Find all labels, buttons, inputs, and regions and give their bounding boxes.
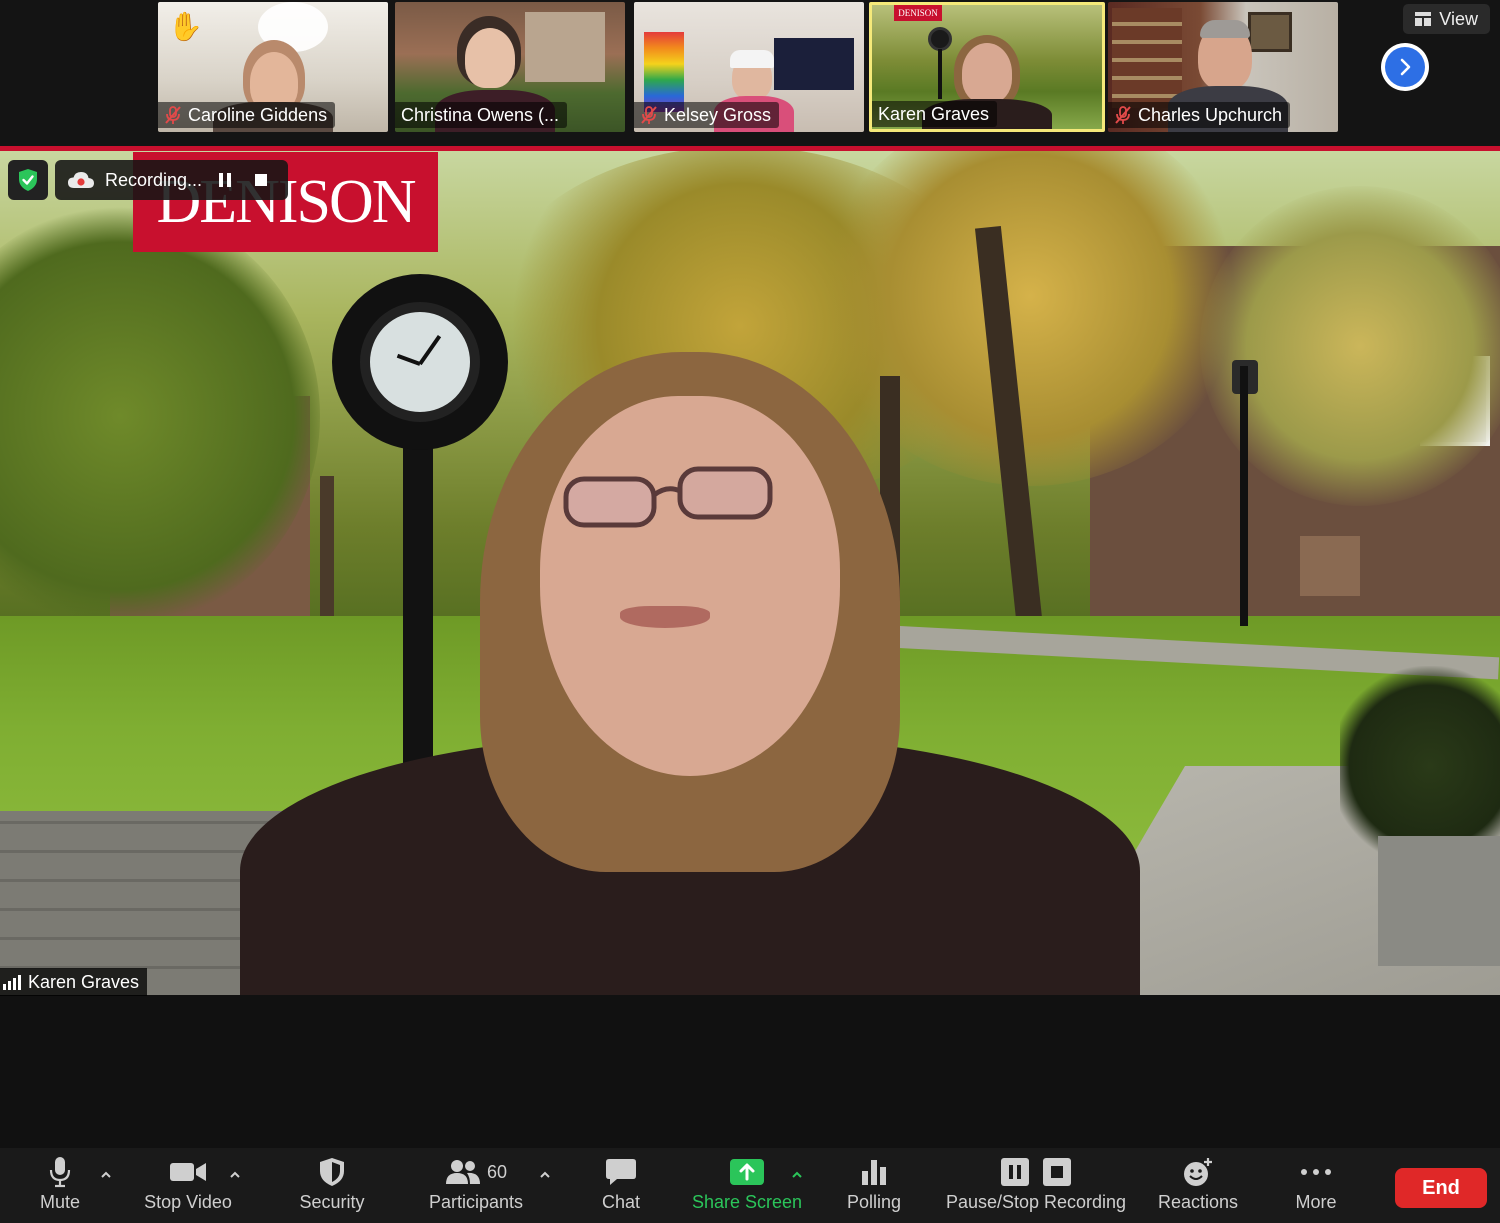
emoji-plus-icon: [1184, 1158, 1212, 1186]
microphone-muted-icon: [641, 106, 657, 124]
participant-tile-kelsey[interactable]: Kelsey Gross: [634, 2, 864, 132]
microphone-muted-icon: [165, 106, 181, 124]
end-meeting-button[interactable]: End: [1395, 1168, 1487, 1208]
pause-icon: [1001, 1158, 1029, 1186]
pause-recording-button[interactable]: [212, 167, 238, 193]
audio-options-caret[interactable]: [99, 1168, 113, 1182]
cloud-recording-icon: [68, 172, 94, 188]
participant-name: Charles Upchurch: [1138, 104, 1283, 125]
glasses: [563, 466, 773, 528]
grid-icon: [1415, 12, 1432, 26]
stop-video-button[interactable]: Stop Video: [138, 1154, 238, 1220]
shield-icon: [320, 1158, 344, 1186]
recording-indicator: Recording...: [55, 160, 289, 200]
share-screen-button[interactable]: Share Screen: [690, 1154, 804, 1220]
clock-icon: [332, 274, 508, 450]
stop-icon: [255, 174, 268, 186]
ellipsis-icon: [1301, 1169, 1331, 1175]
raised-hand-icon: ✋: [168, 11, 203, 42]
participants-button[interactable]: 60 Participants: [424, 1154, 528, 1220]
participants-options-caret[interactable]: [538, 1168, 552, 1182]
share-options-caret[interactable]: [790, 1168, 804, 1182]
speaker-mouth: [620, 606, 710, 628]
microphone-muted-icon: [1115, 106, 1131, 124]
more-button[interactable]: More: [1288, 1154, 1344, 1220]
video-options-caret[interactable]: [228, 1168, 242, 1182]
participants-count: 60: [486, 1161, 508, 1182]
mute-button[interactable]: Mute: [32, 1154, 88, 1220]
signal-strength-icon: [3, 975, 21, 990]
stop-recording-button[interactable]: [248, 167, 274, 193]
participant-name: Kelsey Gross: [664, 104, 772, 125]
share-arrow-icon: [730, 1159, 764, 1185]
polling-button[interactable]: Polling: [840, 1154, 908, 1220]
view-button[interactable]: View: [1403, 4, 1490, 34]
participant-tile-charles[interactable]: Charles Upchurch: [1108, 2, 1338, 132]
participant-name: Christina Owens (...: [401, 104, 560, 125]
pause-stop-recording-button[interactable]: Pause/Stop Recording: [942, 1154, 1130, 1220]
bar-chart-icon: [862, 1160, 886, 1185]
clock-icon: [928, 27, 952, 51]
chevron-right-icon: [1400, 58, 1411, 76]
participant-namebar: Kelsey Gross: [634, 102, 780, 128]
view-label: View: [1439, 8, 1478, 29]
reactions-button[interactable]: Reactions: [1154, 1154, 1242, 1220]
microphone-icon: [49, 1157, 71, 1188]
participant-name: Caroline Giddens: [188, 104, 328, 125]
participant-namebar: Caroline Giddens: [158, 102, 336, 128]
pause-icon: [219, 173, 232, 187]
recording-label: Recording...: [105, 169, 203, 190]
stop-icon: [1043, 1158, 1071, 1186]
next-page-button[interactable]: [1381, 43, 1429, 91]
speaker-face: [540, 396, 840, 776]
participant-tile-karen[interactable]: DENISON Karen Graves: [869, 2, 1105, 132]
participant-tile-caroline[interactable]: ✋ Caroline Giddens: [158, 2, 388, 132]
participant-tile-christina[interactable]: Christina Owens (...: [395, 2, 625, 132]
participant-name: Karen Graves: [878, 103, 990, 124]
participant-namebar: Christina Owens (...: [395, 102, 568, 128]
speaker-name: Karen Graves: [28, 971, 140, 992]
people-icon: [445, 1160, 480, 1184]
active-speaker-label: Karen Graves: [0, 968, 148, 996]
active-speaker-border: [0, 146, 1500, 151]
chat-bubble-icon: [606, 1159, 636, 1185]
main-video: DENISON: [0, 146, 1500, 995]
shield-check-icon: [19, 169, 37, 191]
encryption-badge[interactable]: [8, 160, 48, 200]
chat-button[interactable]: Chat: [590, 1154, 652, 1220]
video-camera-icon: [170, 1163, 206, 1181]
security-button[interactable]: Security: [290, 1154, 374, 1220]
bookshelf: [1112, 8, 1182, 108]
participant-namebar: Karen Graves: [872, 101, 998, 127]
participant-namebar: Charles Upchurch: [1108, 102, 1291, 128]
denison-banner-mini: DENISON: [894, 5, 942, 21]
